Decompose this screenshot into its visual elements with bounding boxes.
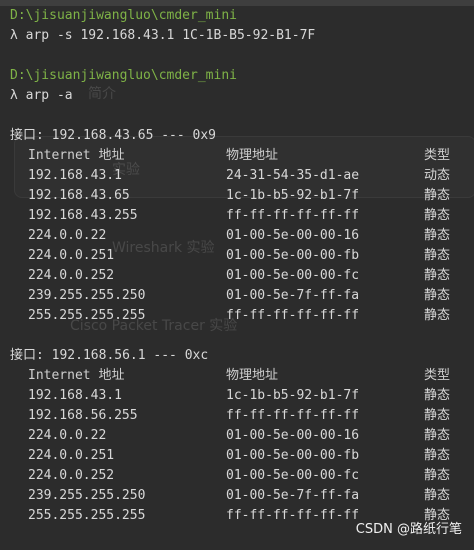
cell-ip: 224.0.0.22	[28, 428, 107, 443]
header-ip: Internet 地址	[28, 368, 125, 383]
cell-mac: 01-00-5e-7f-ff-fa	[226, 488, 360, 503]
table-row: 224.0.0.251 01-00-5e-00-00-fb 静态	[0, 246, 474, 266]
cell-mac: ff-ff-ff-ff-ff-ff	[226, 508, 360, 523]
cell-type: 动态	[424, 168, 451, 183]
cell-mac: 01-00-5e-00-00-fb	[226, 448, 360, 463]
header-type: 类型	[424, 368, 451, 383]
table-row: 224.0.0.22 01-00-5e-00-00-16 静态	[0, 226, 474, 246]
cell-ip: 239.255.255.250	[28, 488, 146, 503]
command-text: arp -s 192.168.43.1 1C-1B-B5-92-B1-7F	[25, 28, 316, 43]
cell-type: 静态	[424, 488, 451, 503]
header-type: 类型	[424, 148, 451, 163]
cell-ip: 192.168.43.65	[28, 188, 130, 203]
command-line-1: λ arp -s 192.168.43.1 1C-1B-B5-92-B1-7F	[10, 26, 315, 46]
cell-type: 静态	[424, 468, 451, 483]
cell-ip: 224.0.0.252	[28, 268, 115, 283]
cell-type: 静态	[424, 408, 451, 423]
cell-type: 静态	[424, 188, 451, 203]
cell-ip: 239.255.255.250	[28, 288, 146, 303]
table-row: 239.255.255.250 01-00-5e-7f-ff-fa 静态	[0, 286, 474, 306]
header-mac: 物理地址	[226, 148, 279, 163]
cell-mac: 01-00-5e-00-00-16	[226, 428, 360, 443]
cell-type: 静态	[424, 288, 451, 303]
table-row: 192.168.43.65 1c-1b-b5-92-b1-7f 静态	[0, 186, 474, 206]
cell-mac: 01-00-5e-00-00-fc	[226, 268, 360, 283]
cell-mac: 1c-1b-b5-92-b1-7f	[226, 388, 360, 403]
cursor-line[interactable]: ▁	[10, 540, 18, 550]
table-row: 224.0.0.252 01-00-5e-00-00-fc 静态	[0, 266, 474, 286]
table-row: 192.168.43.255 ff-ff-ff-ff-ff-ff 静态	[0, 206, 474, 226]
cell-ip: 255.255.255.255	[28, 308, 146, 323]
cell-type: 静态	[424, 268, 451, 283]
cell-ip: 224.0.0.251	[28, 248, 115, 263]
table-row: 224.0.0.252 01-00-5e-00-00-fc 静态	[0, 466, 474, 486]
cell-mac: 1c-1b-b5-92-b1-7f	[226, 188, 360, 203]
cell-mac: 24-31-54-35-d1-ae	[226, 168, 360, 183]
table-row: 239.255.255.250 01-00-5e-7f-ff-fa 静态	[0, 486, 474, 506]
cell-ip: 224.0.0.252	[28, 468, 115, 483]
table-header: Internet 地址 物理地址 类型	[0, 146, 474, 166]
cell-ip: 192.168.43.1	[28, 168, 122, 183]
cell-mac: 01-00-5e-00-00-fb	[226, 248, 360, 263]
cell-type: 静态	[424, 308, 451, 323]
cell-ip: 224.0.0.251	[28, 448, 115, 463]
cell-type: 静态	[424, 388, 451, 403]
cell-mac: 01-00-5e-7f-ff-fa	[226, 288, 360, 303]
command-text: arp -a	[25, 88, 73, 103]
interface-title: 接口: 192.168.43.65 --- 0x9	[10, 128, 217, 143]
cell-type: 静态	[424, 248, 451, 263]
cell-ip: 192.168.43.255	[28, 208, 138, 223]
csdn-watermark: CSDN @路纸行笔	[355, 522, 462, 537]
table-row: 224.0.0.22 01-00-5e-00-00-16 静态	[0, 426, 474, 446]
cell-type: 静态	[424, 428, 451, 443]
cell-mac: 01-00-5e-00-00-fc	[226, 468, 360, 483]
cell-mac: ff-ff-ff-ff-ff-ff	[226, 408, 360, 423]
cell-ip: 224.0.0.22	[28, 228, 107, 243]
table-row: 224.0.0.251 01-00-5e-00-00-fb 静态	[0, 446, 474, 466]
cell-mac: ff-ff-ff-ff-ff-ff	[226, 208, 360, 223]
cell-ip: 192.168.43.1	[28, 388, 122, 403]
table-row: 192.168.43.1 24-31-54-35-d1-ae 动态	[0, 166, 474, 186]
ghost-text-intro: 简介	[88, 86, 116, 102]
cwd-line-1: D:\jisuanjiwangluo\cmder_mini	[10, 8, 237, 23]
table-header: Internet 地址 物理地址 类型	[0, 366, 474, 386]
prompt-symbol: λ	[10, 88, 18, 103]
prompt-symbol: λ	[10, 28, 18, 43]
header-ip: Internet 地址	[28, 148, 125, 163]
cell-type: 静态	[424, 448, 451, 463]
cell-type: 静态	[424, 228, 451, 243]
table-row: 255.255.255.255 ff-ff-ff-ff-ff-ff 静态	[0, 306, 474, 326]
interface-title: 接口: 192.168.56.1 --- 0xc	[10, 348, 209, 363]
cell-mac: ff-ff-ff-ff-ff-ff	[226, 308, 360, 323]
table-row: 192.168.43.1 1c-1b-b5-92-b1-7f 静态	[0, 386, 474, 406]
cell-type: 静态	[424, 208, 451, 223]
cell-ip: 255.255.255.255	[28, 508, 146, 523]
terminal-window[interactable]: 简介 实验 Wireshark 实验 Cisco Packet Tracer 实…	[0, 0, 474, 550]
cell-ip: 192.168.56.255	[28, 408, 138, 423]
table-row: 192.168.56.255 ff-ff-ff-ff-ff-ff 静态	[0, 406, 474, 426]
cwd-line-2: D:\jisuanjiwangluo\cmder_mini	[10, 68, 237, 83]
header-mac: 物理地址	[226, 368, 279, 383]
command-line-2: λ arp -a	[10, 86, 73, 106]
cell-mac: 01-00-5e-00-00-16	[226, 228, 360, 243]
